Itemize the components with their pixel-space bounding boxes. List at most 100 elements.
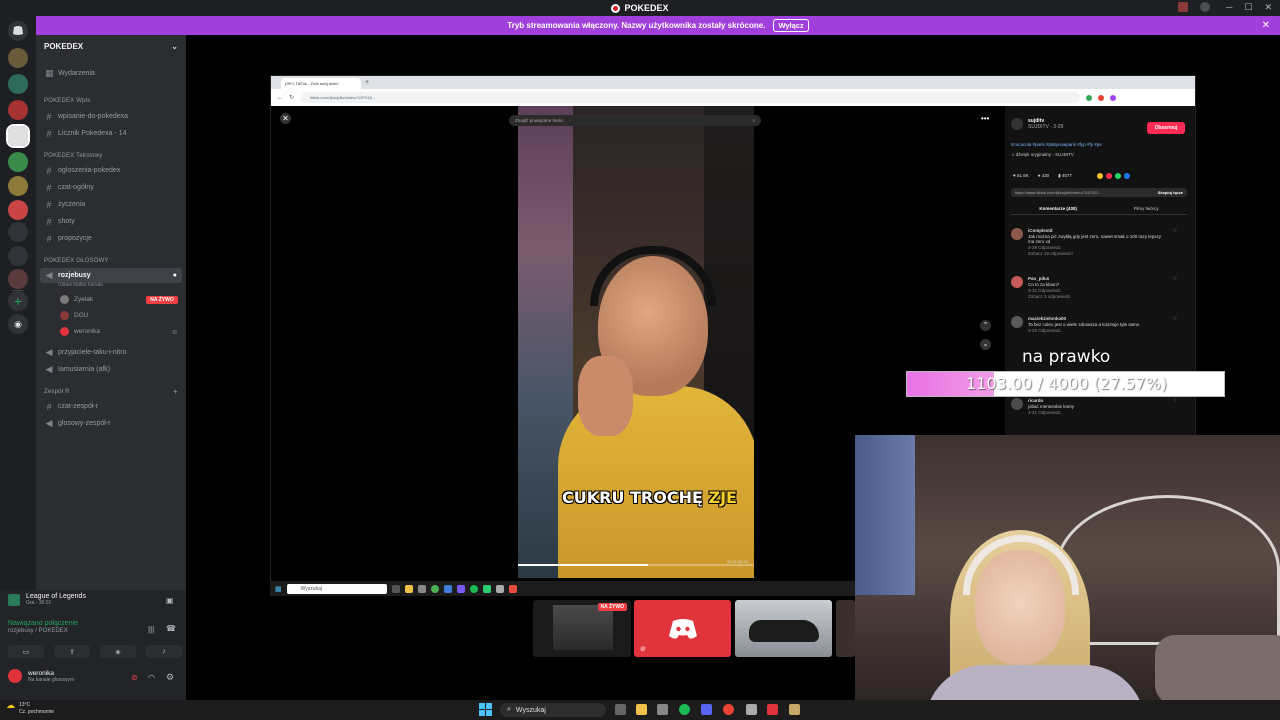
weather-widget[interactable]: ☁ 13°C Cz. pochmurnie xyxy=(6,701,54,716)
video-frame[interactable]: CUKRU TROCHĘ ZJE 00:11/00:15 xyxy=(518,106,754,578)
start-button[interactable] xyxy=(479,703,492,716)
tab-comments[interactable]: Komentarze (430) xyxy=(1039,206,1077,211)
app-icon[interactable] xyxy=(789,704,800,715)
comment-user[interactable]: Pan_piłus xyxy=(1028,276,1168,281)
new-tab-icon[interactable]: + xyxy=(365,79,369,86)
voice-channel[interactable]: ◀ przyjaciele-taku-i-nitro xyxy=(40,345,182,360)
server-icon[interactable] xyxy=(8,74,28,94)
address-bar[interactable]: tiktok.com/@sujditv/video/7437016... xyxy=(300,92,1081,103)
chrome-icon[interactable] xyxy=(723,704,734,715)
comment-like-icon[interactable]: ♡ xyxy=(1173,316,1177,333)
comment-count[interactable]: ● 430 xyxy=(1038,173,1049,179)
app-icon[interactable] xyxy=(767,704,778,715)
comment-avatar[interactable] xyxy=(1011,228,1023,240)
maximize-button[interactable]: ☐ xyxy=(1244,2,1252,13)
server-icon[interactable] xyxy=(8,152,28,172)
share-icons[interactable] xyxy=(1096,173,1130,179)
follow-button[interactable]: Obserwuj xyxy=(1147,122,1185,134)
comment-avatar[interactable] xyxy=(1011,276,1023,288)
category-header[interactable]: POKEDEX Tekstowy xyxy=(44,153,102,159)
channel-item[interactable]: # shoty xyxy=(40,214,182,229)
server-icon[interactable] xyxy=(8,246,28,266)
banner-close-icon[interactable]: ✕ xyxy=(1262,20,1270,31)
previous-video-icon[interactable]: ⌃ xyxy=(980,320,991,331)
voice-user[interactable]: weronika ⊘ xyxy=(60,325,180,338)
channel-item[interactable]: # czat-ogólny xyxy=(40,180,182,195)
app-icon[interactable] xyxy=(657,704,668,715)
like-count[interactable]: ♥ 51.6K xyxy=(1013,173,1029,179)
extension-icon[interactable] xyxy=(1086,94,1093,101)
comment-avatar[interactable] xyxy=(1011,398,1023,410)
creator-info[interactable]: sujditv SUJDITV · 3-29 xyxy=(1011,118,1063,130)
add-channel-icon[interactable]: + xyxy=(173,387,178,396)
inbox-icon[interactable] xyxy=(1178,2,1188,12)
channel-status[interactable]: Ustaw status kanału xyxy=(58,282,103,288)
app-icon[interactable] xyxy=(746,704,757,715)
noise-suppression-icon[interactable]: ||| xyxy=(148,625,154,634)
connection-channel[interactable]: rozjebusy / POKEDEX xyxy=(8,628,68,634)
tab-creator-videos[interactable]: Filmy twórcy xyxy=(1134,206,1159,211)
browser-tab[interactable]: (99+) TikTok - Zrób swój dzień xyxy=(281,78,361,89)
video-hashtags[interactable]: #cocacola #paris #platynowparis #fyp #fy… xyxy=(1011,142,1102,147)
events-item[interactable]: ▦ Wydarzenia xyxy=(40,66,182,81)
server-icon[interactable] xyxy=(8,269,28,289)
extension-icon[interactable] xyxy=(1098,94,1105,101)
server-icon[interactable] xyxy=(8,48,28,68)
category-header[interactable]: POKEDEX GŁOSOWY xyxy=(44,258,109,264)
file-explorer-icon[interactable] xyxy=(636,704,647,715)
channel-item[interactable]: # ogloszenia-pokedex xyxy=(40,163,182,178)
channel-item[interactable]: # życzenia xyxy=(40,197,182,212)
extension-icon[interactable] xyxy=(1110,94,1117,101)
server-header[interactable]: POKEDEX ⌄ xyxy=(36,35,186,57)
voice-user[interactable]: DGU xyxy=(60,309,180,322)
settings-gear-icon[interactable]: ⚙ xyxy=(166,672,174,683)
chat-bubble-icon[interactable]: ● xyxy=(173,272,177,279)
activity-button[interactable]: ◈ xyxy=(100,645,136,658)
stream-thumbnail[interactable] xyxy=(836,600,855,657)
more-options-icon[interactable]: ••• xyxy=(981,114,989,123)
copy-link-button[interactable]: Skopiuj łącze xyxy=(1158,190,1183,195)
video-link-field[interactable]: https://www.tiktok.com/@sujditv/video/74… xyxy=(1011,188,1187,197)
camera-button[interactable]: ▭ xyxy=(8,645,44,658)
comment-like-icon[interactable]: ♡ xyxy=(1173,398,1177,415)
reload-icon[interactable]: ↻ xyxy=(289,94,294,101)
comment-user[interactable]: iComplextd xyxy=(1028,228,1168,233)
comment-user[interactable]: maciekzielonka00 xyxy=(1028,316,1168,321)
task-view-icon[interactable] xyxy=(615,704,626,715)
soundboard-button[interactable]: ♪ xyxy=(146,645,182,658)
help-icon[interactable] xyxy=(1200,2,1210,12)
add-server-button[interactable]: + xyxy=(8,291,28,311)
screenshare-button[interactable]: ⇪ xyxy=(54,645,90,658)
discord-icon[interactable] xyxy=(701,704,712,715)
disable-streamer-mode-button[interactable]: Wyłącz xyxy=(773,19,809,32)
spotify-icon[interactable] xyxy=(679,704,690,715)
close-window-button[interactable]: ✕ xyxy=(1264,2,1272,13)
channel-item[interactable]: # czat-zespół-r xyxy=(40,399,182,414)
activity-action-icon[interactable]: ▣ xyxy=(166,596,174,605)
server-icon[interactable] xyxy=(8,100,28,120)
video-progress[interactable] xyxy=(518,564,754,566)
stream-thumbnail-discord[interactable]: ⊘ xyxy=(634,600,731,657)
comment-meta[interactable]: 3-29 Odpowiedz xyxy=(1028,328,1168,333)
comment-like-icon[interactable]: ♡ xyxy=(1173,276,1177,299)
mic-muted-icon[interactable]: ⊘ xyxy=(131,673,138,682)
direct-messages-button[interactable] xyxy=(8,21,28,41)
user-row[interactable]: weronika Na kanale głosowym xyxy=(8,669,74,683)
comment-like-icon[interactable]: ♡ xyxy=(1173,228,1177,256)
save-count[interactable]: ▮ 4677 xyxy=(1058,173,1072,179)
tiktok-search-input[interactable]: Znajdź powiązane treści ⌕ xyxy=(509,115,761,126)
view-replies[interactable]: Zobacz 3 odpowiedzi xyxy=(1028,294,1168,299)
headphones-icon[interactable]: ◠ xyxy=(148,673,155,682)
video-sound[interactable]: ♫ dźwięk oryginalny - SUJDITV xyxy=(1011,152,1074,157)
stream-thumbnail[interactable] xyxy=(735,600,832,657)
channel-item[interactable]: # propozycje xyxy=(40,231,182,246)
close-video-icon[interactable]: ✕ xyxy=(280,113,291,124)
voice-channel[interactable]: ◀ Iamusiarnia (afk) xyxy=(40,362,182,377)
server-icon-pokedex[interactable] xyxy=(6,124,30,148)
category-header[interactable]: POKEDEX Wpis xyxy=(44,98,90,104)
comment-avatar[interactable] xyxy=(1011,316,1023,328)
activity-row[interactable]: League of Legends Gra - 36:01 xyxy=(8,593,86,606)
disconnect-icon[interactable]: ☎ xyxy=(166,624,176,633)
view-replies[interactable]: Zobacz 18 odpowiedzi xyxy=(1028,251,1168,256)
comment-meta[interactable]: 3-31 Odpowiedz xyxy=(1028,410,1168,415)
